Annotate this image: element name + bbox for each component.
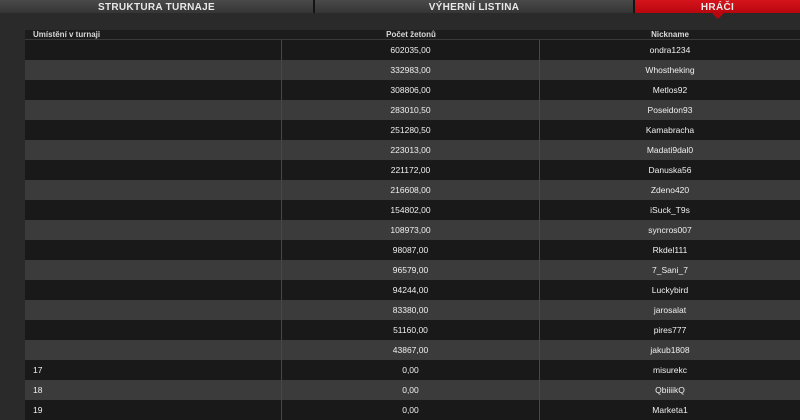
chips-cell: 51160,00: [282, 320, 540, 340]
nickname-cell: Zdeno420: [650, 185, 690, 195]
nickname-cell: Luckybird: [651, 285, 689, 295]
chips-cell: 283010,50: [282, 100, 540, 120]
chips-cell: 602035,00: [282, 40, 540, 60]
place-cell: 17: [25, 360, 282, 380]
place-cell: [25, 280, 282, 300]
nickname-cell: pires777: [653, 325, 687, 335]
place-cell: [25, 320, 282, 340]
nickname-cell: 7_Sani_7: [652, 265, 688, 275]
place-cell: [25, 180, 282, 200]
table-row[interactable]: 17 0,00 misurekc: [25, 360, 800, 380]
place-cell: [25, 200, 282, 220]
place-cell: 18: [25, 380, 282, 400]
table-row[interactable]: 83380,00 jarosalat: [25, 300, 800, 320]
table-row[interactable]: 251280,50 Kamabracha: [25, 120, 800, 140]
tab-tournament-structure[interactable]: STRUKTURA TURNAJE: [0, 0, 315, 13]
chips-cell: 94244,00: [282, 280, 540, 300]
nickname-cell: Rkdel111: [652, 245, 688, 255]
header-chips[interactable]: Počet žetonů: [282, 30, 540, 39]
place-cell: [25, 260, 282, 280]
tab-label: VÝHERNÍ LISTINA: [428, 2, 520, 13]
place-cell: [25, 40, 282, 60]
table-row[interactable]: 43867,00 jakub1808: [25, 340, 800, 360]
chips-cell: 251280,50: [282, 120, 540, 140]
chips-cell: 98087,00: [282, 240, 540, 260]
chips-cell: 108973,00: [282, 220, 540, 240]
place-cell: [25, 60, 282, 80]
chips-cell: 223013,00: [282, 140, 540, 160]
place-cell: [25, 220, 282, 240]
nickname-cell: syncros007: [648, 225, 692, 235]
chips-cell: 332983,00: [282, 60, 540, 80]
players-table: Umístění v turnaji Počet žetonů Nickname…: [25, 30, 800, 420]
table-row[interactable]: 51160,00 pires777: [25, 320, 800, 340]
nickname-cell: Metlos92: [652, 85, 688, 95]
tab-bar: STRUKTURA TURNAJE VÝHERNÍ LISTINA HRÁČI: [0, 0, 800, 19]
table-row[interactable]: 308806,00 Metlos92: [25, 80, 800, 100]
table-row[interactable]: 216608,00 Zdeno420: [25, 180, 800, 200]
table-row[interactable]: 19 0,00 Marketa1: [25, 400, 800, 420]
table-row[interactable]: 283010,50 Poseidon93: [25, 100, 800, 120]
place-cell: [25, 340, 282, 360]
chips-cell: 0,00: [282, 400, 540, 420]
table-body: 602035,00 ondra1234 332983,00 Whostheking 30…: [25, 40, 800, 420]
chips-cell: 83380,00: [282, 300, 540, 320]
tab-label: STRUKTURA TURNAJE: [98, 2, 215, 13]
chips-cell: 216608,00: [282, 180, 540, 200]
tab-players[interactable]: HRÁČI: [635, 0, 800, 19]
chips-cell: 154802,00: [282, 200, 540, 220]
nickname-cell: jakub1808: [650, 345, 690, 355]
chips-cell: 43867,00: [282, 340, 540, 360]
header-place[interactable]: Umístění v turnaji: [25, 30, 282, 39]
table-row[interactable]: 602035,00 ondra1234: [25, 40, 800, 60]
nickname-cell: ondra1234: [649, 45, 691, 55]
nickname-cell: Poseidon93: [647, 105, 693, 115]
nickname-cell: Marketa1: [652, 405, 688, 415]
place-cell: [25, 160, 282, 180]
table-row[interactable]: 221172,00 Danuska56: [25, 160, 800, 180]
nickname-cell: iSuck_T9s: [650, 205, 690, 215]
table-row[interactable]: 98087,00 Rkdel111: [25, 240, 800, 260]
table-row[interactable]: 96579,00 7_Sani_7: [25, 260, 800, 280]
nickname-cell: misurekc: [652, 365, 687, 375]
nickname-cell: Madati9dal0: [646, 145, 694, 155]
table-row[interactable]: 223013,00 Madati9dal0: [25, 140, 800, 160]
table-row[interactable]: 332983,00 Whostheking: [25, 60, 800, 80]
tab-prize-list[interactable]: VÝHERNÍ LISTINA: [315, 0, 635, 13]
place-cell: [25, 140, 282, 160]
table-row[interactable]: 18 0,00 QbiiiikQ: [25, 380, 800, 400]
place-cell: [25, 100, 282, 120]
table-header: Umístění v turnaji Počet žetonů Nickname: [25, 30, 800, 40]
chips-cell: 96579,00: [282, 260, 540, 280]
place-cell: 19: [25, 400, 282, 420]
header-nickname[interactable]: Nickname: [540, 30, 800, 39]
place-cell: [25, 240, 282, 260]
nickname-cell: Whostheking: [645, 65, 695, 75]
table-row[interactable]: 108973,00 syncros007: [25, 220, 800, 240]
place-cell: [25, 80, 282, 100]
chips-cell: 308806,00: [282, 80, 540, 100]
table-row[interactable]: 94244,00 Luckybird: [25, 280, 800, 300]
nickname-cell: jarosalat: [653, 305, 687, 315]
tab-label: HRÁČI: [700, 2, 735, 13]
table-row[interactable]: 154802,00 iSuck_T9s: [25, 200, 800, 220]
chips-cell: 0,00: [282, 380, 540, 400]
nickname-cell: Danuska56: [648, 165, 692, 175]
nickname-cell: Kamabracha: [645, 125, 695, 135]
place-cell: [25, 120, 282, 140]
nickname-cell: QbiiiikQ: [655, 385, 685, 395]
place-cell: [25, 300, 282, 320]
chips-cell: 221172,00: [282, 160, 540, 180]
chips-cell: 0,00: [282, 360, 540, 380]
